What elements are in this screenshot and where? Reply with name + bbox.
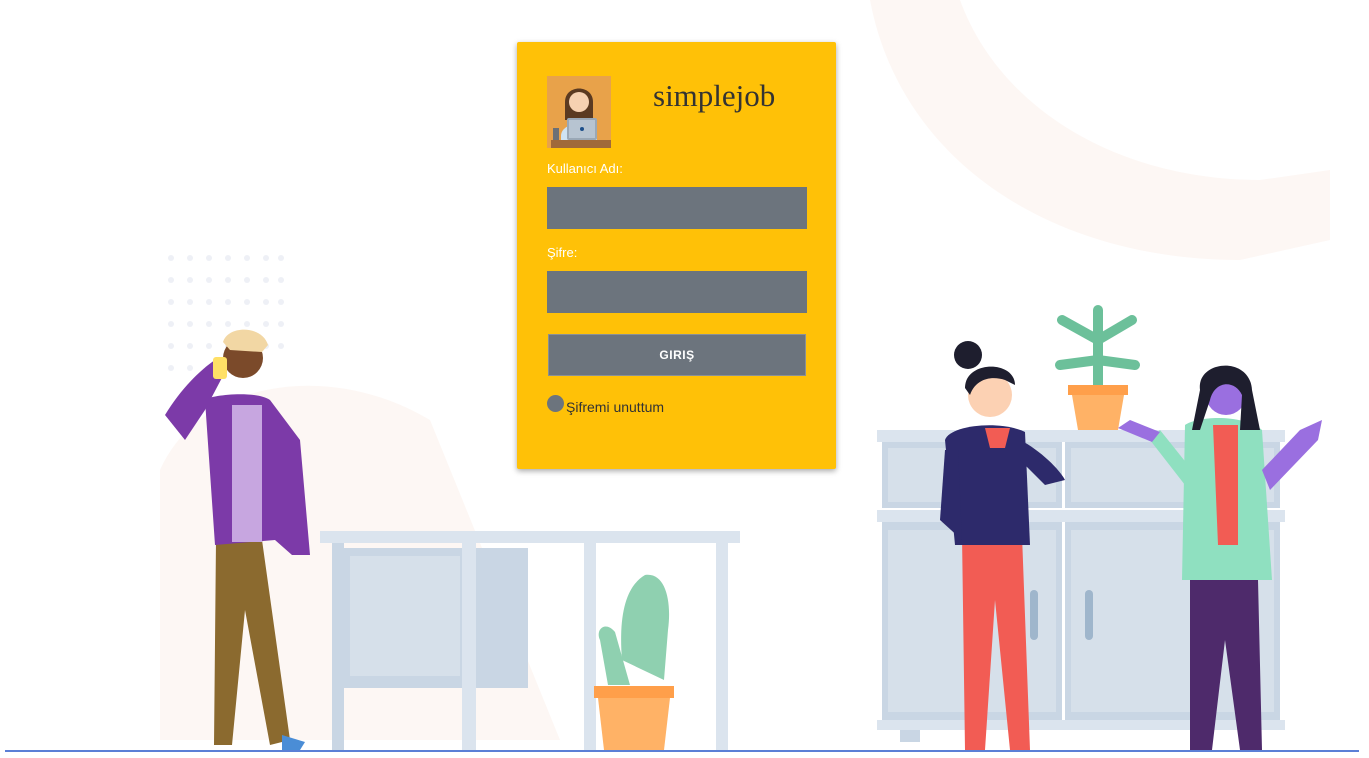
password-label: Şifre:: [547, 245, 578, 260]
cactus-plant: [594, 574, 674, 750]
person-with-laptop-avatar-icon: [547, 76, 611, 148]
password-input[interactable]: [547, 271, 807, 313]
brand-name: simplejob: [653, 78, 776, 113]
username-input[interactable]: [547, 187, 807, 229]
palm-plant: [1055, 305, 1140, 430]
forgot-password-option[interactable]: Şifremi unuttum: [547, 395, 665, 415]
bottom-divider: [5, 750, 1359, 752]
username-label: Kullanıcı Adı:: [547, 161, 623, 176]
login-button[interactable]: GIRIŞ: [548, 334, 806, 376]
login-card: simplejob Kullanıcı Adı: Şifre: GIRIŞ Şi…: [517, 42, 836, 469]
radio-circle-icon[interactable]: [547, 395, 564, 412]
forgot-password-label: Şifremi unuttum: [566, 398, 665, 415]
